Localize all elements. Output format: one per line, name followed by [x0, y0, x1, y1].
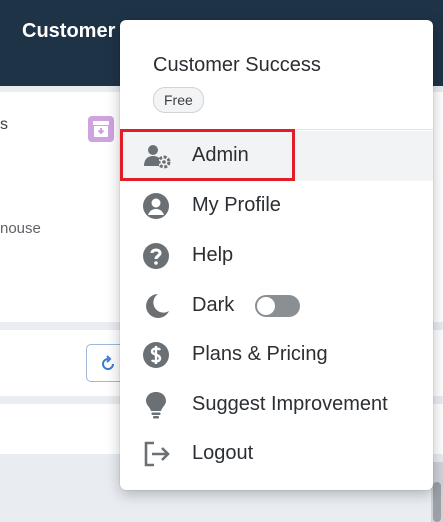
menu-item-label: My Profile — [192, 194, 281, 216]
organization-name: Customer Success — [153, 54, 321, 76]
archive-icon[interactable] — [88, 116, 114, 142]
user-circle-icon — [143, 193, 169, 219]
menu-header: Customer Success Free — [120, 20, 433, 130]
plan-badge: Free — [153, 87, 204, 113]
menu-item-logout[interactable]: Logout — [120, 429, 433, 479]
dark-mode-toggle[interactable] — [255, 295, 300, 317]
menu-item-dark[interactable]: Dark — [120, 281, 433, 331]
user-gear-icon — [144, 145, 171, 169]
menu-item-label: Plans & Pricing — [192, 343, 328, 365]
card-text-fragment: s — [0, 116, 8, 133]
logout-icon — [144, 441, 170, 467]
menu-item-label: Suggest Improvement — [192, 393, 388, 415]
question-circle-icon — [143, 243, 169, 269]
toggle-knob — [257, 297, 275, 315]
menu-item-admin[interactable]: Admin — [120, 131, 433, 181]
refresh-icon — [102, 355, 114, 370]
menu-item-label: Help — [192, 244, 234, 266]
app-title: Customer — [22, 20, 116, 42]
menu-item-label: Dark — [192, 294, 235, 316]
menu-item-label: Logout — [192, 442, 254, 464]
scrollbar-thumb[interactable] — [433, 482, 441, 522]
menu-item-help[interactable]: Help — [120, 231, 433, 281]
menu-item-suggest-improvement[interactable]: Suggest Improvement — [120, 380, 433, 430]
lightbulb-icon — [146, 392, 166, 419]
menu-item-my-profile[interactable]: My Profile — [120, 181, 433, 231]
card-text-fragment: nouse — [0, 220, 41, 237]
menu-item-plans-pricing[interactable]: Plans & Pricing — [120, 330, 433, 380]
user-dropdown-menu: Customer Success Free Admin My Profile H… — [120, 20, 433, 490]
dollar-circle-icon — [143, 342, 169, 368]
moon-icon — [146, 294, 169, 318]
menu-item-label: Admin — [192, 144, 249, 166]
